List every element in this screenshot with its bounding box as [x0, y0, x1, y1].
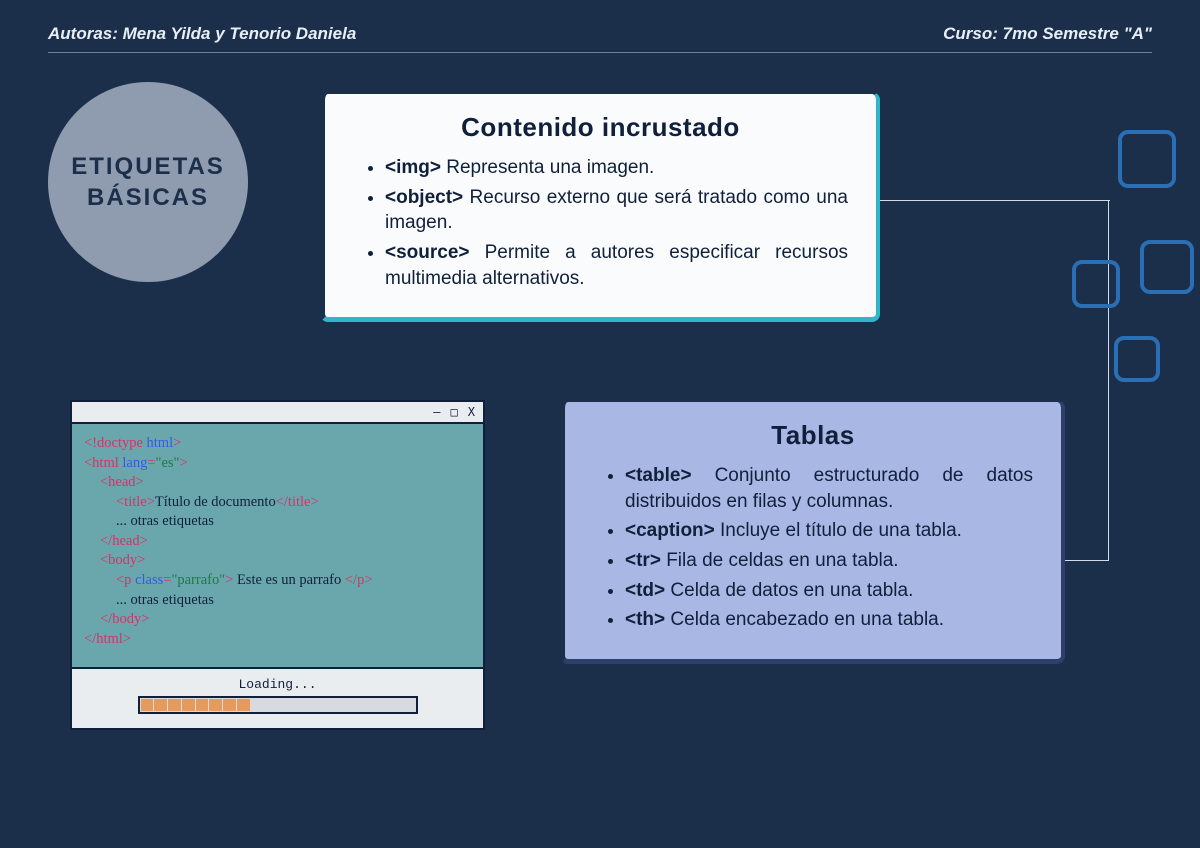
list-item: <caption> Incluye el título de una tabla…	[625, 518, 1033, 544]
code-line: <p class="parrafo"> Este es un parrafo <…	[116, 571, 471, 591]
authors-label: Autoras: Mena Yilda y Tenorio Daniela	[48, 24, 356, 44]
code-line: <body>	[100, 551, 471, 571]
list-item: <tr> Fila de celdas en una tabla.	[625, 548, 1033, 574]
progress-segment	[388, 699, 401, 711]
badge-line1: ETIQUETAS	[71, 151, 225, 182]
tag-label: <table>	[625, 465, 715, 486]
window-footer: Loading...	[72, 669, 483, 728]
code-body: <!doctype html><html lang="es"><head><ti…	[72, 424, 483, 669]
progress-segment	[237, 699, 250, 711]
list-item: <td> Celda de datos en una tabla.	[625, 578, 1033, 604]
progress-segment	[251, 699, 264, 711]
tag-label: <td>	[625, 580, 670, 601]
progress-segment	[374, 699, 387, 711]
list-item: <table> Conjunto estructurado de datos d…	[625, 463, 1033, 514]
progress-segment	[319, 699, 332, 711]
header-divider	[48, 52, 1152, 53]
tablas-card: Tablas <table> Conjunto estructurado de …	[560, 400, 1065, 664]
progress-segment	[278, 699, 291, 711]
progress-segment	[361, 699, 374, 711]
progress-segment	[141, 699, 154, 711]
code-line: ... otras etiquetas	[116, 512, 471, 532]
title-badge: ETIQUETAS BÁSICAS	[48, 82, 248, 282]
code-line: <!doctype html>	[84, 434, 471, 454]
decorative-square-icon	[1114, 336, 1160, 382]
progress-segment	[347, 699, 360, 711]
progress-segment	[154, 699, 167, 711]
course-label: Curso: 7mo Semestre "A"	[943, 24, 1152, 44]
connector-line	[880, 200, 1110, 201]
badge-line2: BÁSICAS	[71, 182, 225, 213]
contenido-card: Contenido incrustado <img> Representa un…	[320, 92, 880, 322]
tag-label: <caption>	[625, 520, 720, 541]
close-icon: X	[468, 405, 475, 419]
connector-line	[1065, 560, 1109, 561]
minimize-icon: —	[433, 405, 440, 419]
progress-segment	[306, 699, 319, 711]
progress-segment	[168, 699, 181, 711]
progress-segment	[209, 699, 222, 711]
list-item: <img> Representa una imagen.	[385, 155, 848, 181]
decorative-square-icon	[1118, 130, 1176, 188]
connector-line	[1108, 200, 1109, 560]
progress-segment	[223, 699, 236, 711]
decorative-square-icon	[1140, 240, 1194, 294]
code-line: <html lang="es">	[84, 454, 471, 474]
code-line: </head>	[100, 532, 471, 552]
progress-segment	[333, 699, 346, 711]
progress-segment	[182, 699, 195, 711]
contenido-list: <img> Representa una imagen. <object> Rec…	[353, 155, 848, 291]
code-line: <head>	[100, 473, 471, 493]
decorative-square-icon	[1072, 260, 1120, 308]
loading-label: Loading...	[72, 677, 483, 692]
maximize-icon: □	[451, 405, 458, 419]
tag-label: <th>	[625, 609, 670, 630]
code-window: — □ X <!doctype html><html lang="es"><he…	[70, 400, 485, 730]
list-item: <source> Permite a autores especificar r…	[385, 240, 848, 291]
code-line: </body>	[100, 610, 471, 630]
progress-segment	[196, 699, 209, 711]
code-line: </html>	[84, 630, 471, 650]
tag-label: <object>	[385, 187, 470, 208]
progress-segment	[292, 699, 305, 711]
tag-label: <tr>	[625, 550, 666, 571]
tag-label: <img>	[385, 157, 446, 178]
slide-header: Autoras: Mena Yilda y Tenorio Daniela Cu…	[48, 24, 1152, 44]
tablas-list: <table> Conjunto estructurado de datos d…	[593, 463, 1033, 633]
code-line: <title>Título de documento</title>	[116, 493, 471, 513]
contenido-title: Contenido incrustado	[353, 112, 848, 143]
tablas-title: Tablas	[593, 420, 1033, 451]
code-line: ... otras etiquetas	[116, 591, 471, 611]
window-titlebar: — □ X	[72, 402, 483, 424]
list-item: <object> Recurso externo que será tratad…	[385, 185, 848, 236]
progress-segment	[264, 699, 277, 711]
progress-segment	[402, 699, 415, 711]
progress-bar	[138, 696, 418, 714]
tag-label: <source>	[385, 242, 485, 263]
list-item: <th> Celda encabezado en una tabla.	[625, 607, 1033, 633]
